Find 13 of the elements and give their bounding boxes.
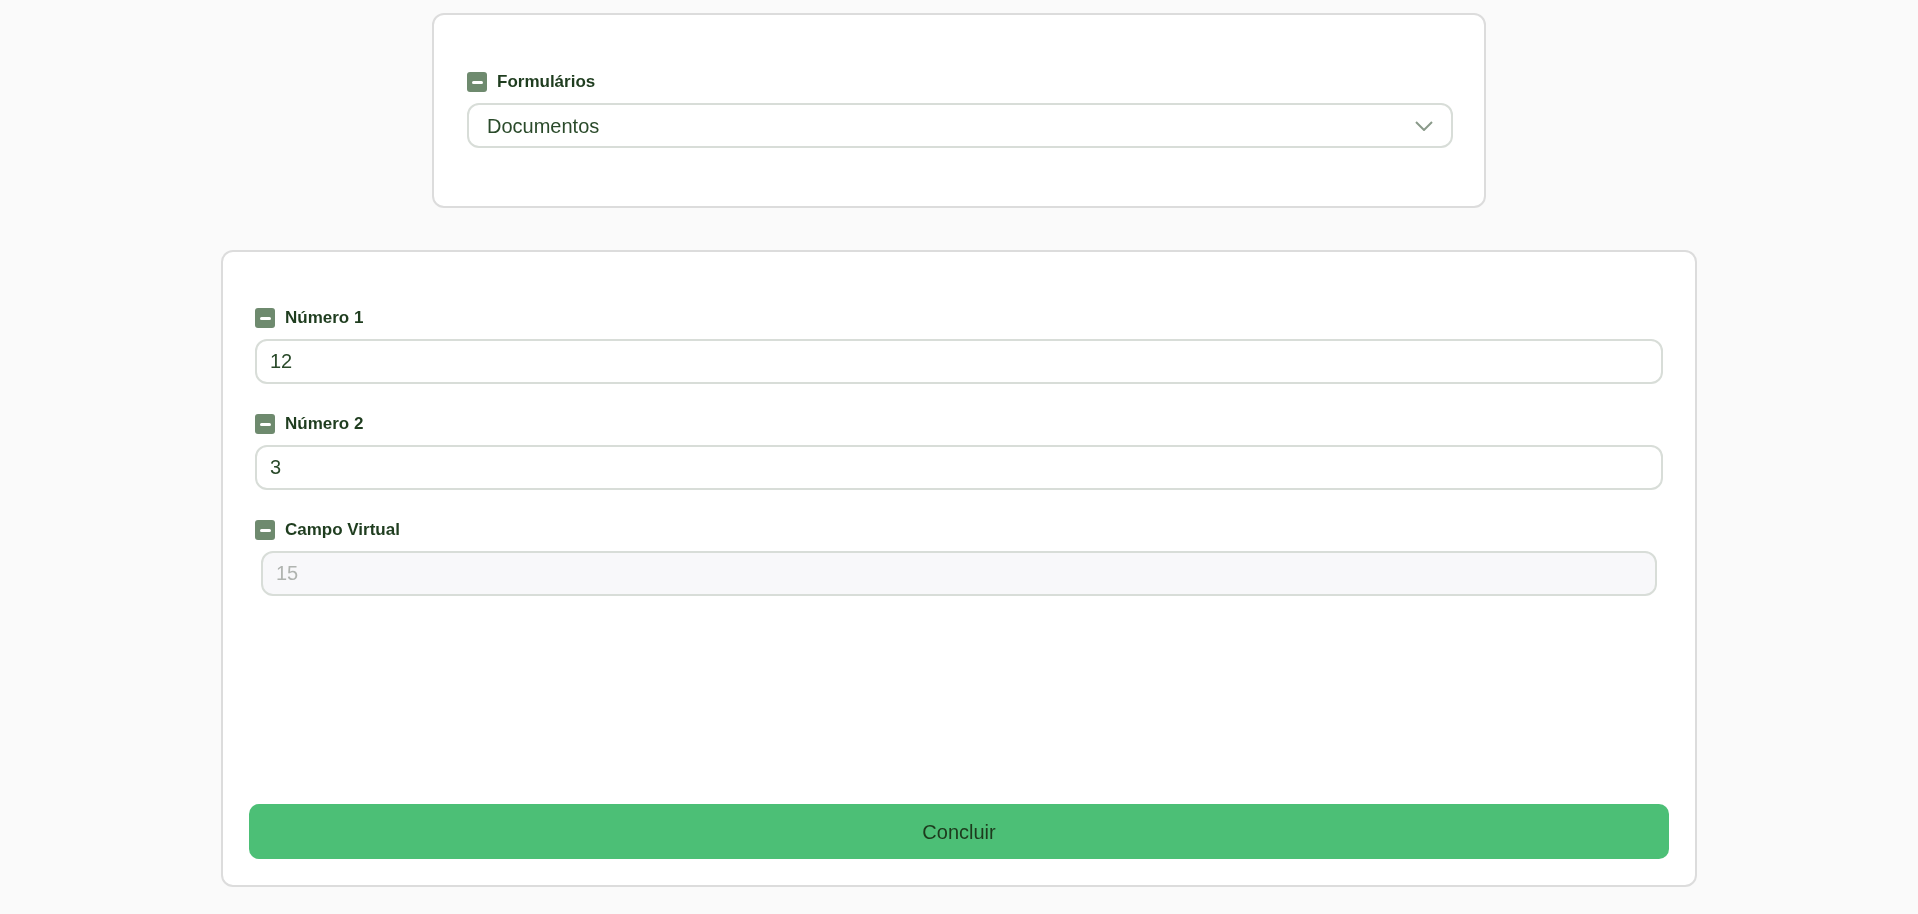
form-dropdown[interactable]: Documentos [467, 103, 1453, 148]
field-label: Número 1 [285, 307, 364, 330]
field-label: Campo Virtual [285, 519, 400, 542]
collapse-icon[interactable] [467, 72, 487, 92]
input-field[interactable]: 3 [255, 445, 1663, 490]
field-label: Formulários [497, 71, 596, 94]
field-label: Número 2 [285, 413, 364, 436]
collapse-icon[interactable] [255, 414, 275, 434]
collapse-icon[interactable] [255, 308, 275, 328]
input-field[interactable]: 12 [255, 339, 1663, 384]
collapse-icon[interactable] [255, 520, 275, 540]
submit-button[interactable]: Concluir [249, 804, 1669, 859]
chevron-down-icon [1415, 120, 1433, 131]
